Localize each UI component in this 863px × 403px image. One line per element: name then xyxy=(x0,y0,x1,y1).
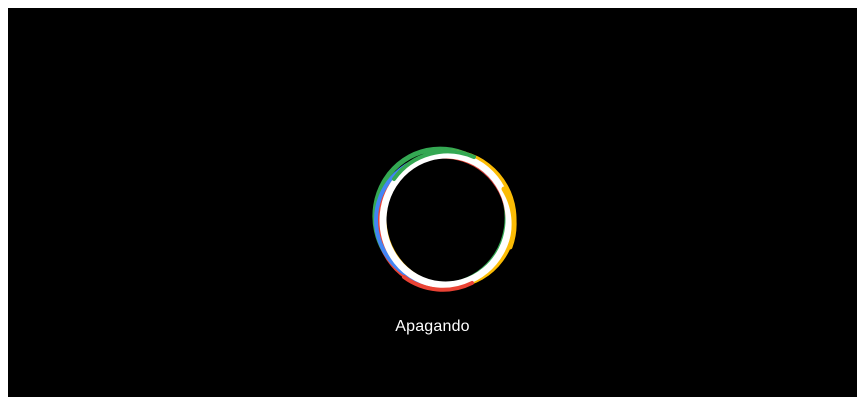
ring-spinner-icon xyxy=(364,139,526,301)
shutdown-screen: Apagando xyxy=(8,8,857,397)
ring-green-stroke xyxy=(372,146,510,288)
shutdown-status-text: Apagando xyxy=(395,318,470,335)
ring-red-stroke xyxy=(375,153,511,291)
